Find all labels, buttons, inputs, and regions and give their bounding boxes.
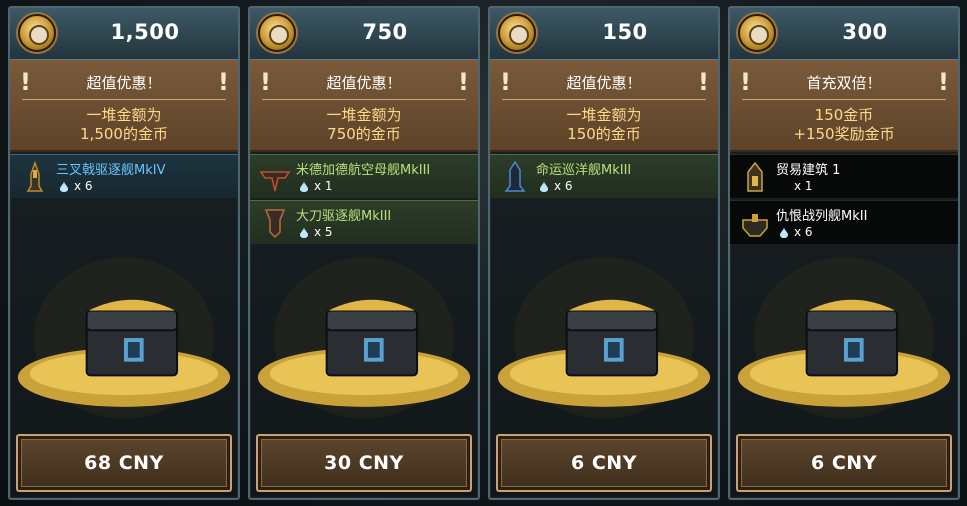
buy-button[interactable]: 68 CNY xyxy=(16,434,232,492)
deal-description-line: +150奖励金币 xyxy=(793,125,895,143)
ship-icon xyxy=(264,209,286,239)
deal-description: 一堆金额为 1,500的金币 xyxy=(18,106,230,144)
card-header: 300 xyxy=(730,8,958,60)
divider xyxy=(262,99,466,100)
deal-description: 150金币 +150奖励金币 xyxy=(738,106,950,144)
exclamation-icon: ! xyxy=(938,68,949,96)
exclamation-icon: ! xyxy=(740,68,751,96)
exclamation-icon: ! xyxy=(20,68,31,96)
bonus-item: 大刀驱逐舰MkIII x 5 xyxy=(250,200,478,244)
gold-medal-icon xyxy=(258,14,296,52)
exclamation-icon: ! xyxy=(458,68,469,96)
deal-banner: ! ! 超值优惠！ 一堆金额为 750的金币 xyxy=(250,60,478,152)
bonus-name: 三叉戟驱逐舰MkIV xyxy=(56,163,166,178)
bonus-item: 命运巡洋舰MkIII x 6 xyxy=(490,154,718,198)
buy-button[interactable]: 6 CNY xyxy=(736,434,952,492)
deal-banner: ! ! 首充双倍！ 150金币 +150奖励金币 xyxy=(730,60,958,152)
deal-description: 一堆金额为 750的金币 xyxy=(258,106,470,144)
divider xyxy=(502,99,706,100)
bonus-item: 仇恨战列舰MkII x 6 xyxy=(730,200,958,244)
price-label: 6 CNY xyxy=(571,452,637,474)
exclamation-icon: ! xyxy=(500,68,511,96)
divider xyxy=(742,99,946,100)
building-icon xyxy=(747,161,763,192)
exclamation-icon: ! xyxy=(260,68,271,96)
store-screen: 1,500 ! ! 超值优惠！ 一堆金额为 1,500的金币 三叉戟驱逐舰MkI… xyxy=(0,0,967,506)
bonus-item: 三叉戟驱逐舰MkIV x 6 xyxy=(10,154,238,198)
gold-amount: 300 xyxy=(842,20,888,44)
bonus-name: 仇恨战列舰MkII xyxy=(776,209,868,224)
price-label: 68 CNY xyxy=(84,452,164,474)
gold-medal-icon xyxy=(18,14,56,52)
gold-amount: 1,500 xyxy=(110,20,180,44)
deal-title: 首充双倍！ xyxy=(806,74,882,92)
bonus-quantity: x 6 xyxy=(74,179,93,193)
bonus-item: 米德加德航空母舰MkIII x 1 xyxy=(250,154,478,198)
offer-card-3[interactable]: 300 ! ! 首充双倍！ 150金币 +150奖励金币 贸易建筑 1 x 1 xyxy=(728,6,960,500)
gold-amount: 750 xyxy=(362,20,408,44)
deal-banner: ! ! 超值优惠！ 一堆金额为 150的金币 xyxy=(490,60,718,152)
bonus-item: 贸易建筑 1 x 1 xyxy=(730,154,958,198)
gold-chest-icon xyxy=(497,258,711,419)
exclamation-icon: ! xyxy=(218,68,229,96)
deal-description-line: 750的金币 xyxy=(327,125,401,143)
ship-icon xyxy=(504,160,526,192)
gold-chest-icon xyxy=(257,258,471,419)
water-drop-icon xyxy=(60,181,68,192)
deal-description: 一堆金额为 150的金币 xyxy=(498,106,710,144)
ship-icon xyxy=(259,171,291,192)
water-drop-icon xyxy=(540,181,548,192)
deal-description-line: 一堆金额为 xyxy=(86,106,162,124)
ship-icon xyxy=(742,214,768,237)
deal-description-line: 150的金币 xyxy=(567,125,641,143)
bonus-quantity: x 5 xyxy=(314,225,333,239)
gold-medal-icon xyxy=(738,14,776,52)
gold-chest-icon xyxy=(737,258,951,419)
divider xyxy=(22,99,226,100)
deal-description-line: 一堆金额为 xyxy=(326,106,402,124)
buy-button[interactable]: 30 CNY xyxy=(256,434,472,492)
gold-amount: 150 xyxy=(602,20,648,44)
card-header: 750 xyxy=(250,8,478,60)
bonus-name: 大刀驱逐舰MkIII xyxy=(296,209,392,224)
water-drop-icon xyxy=(300,181,308,192)
gold-chest-icon xyxy=(17,258,231,419)
ship-icon xyxy=(26,160,44,192)
offer-card-0[interactable]: 1,500 ! ! 超值优惠！ 一堆金额为 1,500的金币 三叉戟驱逐舰MkI… xyxy=(8,6,240,500)
card-header: 150 xyxy=(490,8,718,60)
buy-button[interactable]: 6 CNY xyxy=(496,434,712,492)
water-drop-icon xyxy=(300,227,308,238)
gold-medal-icon xyxy=(498,14,536,52)
deal-description-line: 1,500的金币 xyxy=(80,125,168,143)
bonus-name: 米德加德航空母舰MkIII xyxy=(296,163,431,178)
deal-title: 超值优惠！ xyxy=(86,74,162,92)
bonus-quantity: x 6 xyxy=(794,225,813,239)
offer-card-1[interactable]: 750 ! ! 超值优惠！ 一堆金额为 750的金币 米德加德航空母舰MkIII… xyxy=(248,6,480,500)
deal-title: 超值优惠！ xyxy=(566,74,642,92)
bonus-quantity: x 1 xyxy=(314,179,333,193)
exclamation-icon: ! xyxy=(698,68,709,96)
price-label: 30 CNY xyxy=(324,452,404,474)
deal-description-line: 一堆金额为 xyxy=(566,106,642,124)
bonus-name: 贸易建筑 1 xyxy=(776,163,841,178)
card-header: 1,500 xyxy=(10,8,238,60)
bonus-name: 命运巡洋舰MkIII xyxy=(536,163,632,178)
deal-banner: ! ! 超值优惠！ 一堆金额为 1,500的金币 xyxy=(10,60,238,152)
offer-card-2[interactable]: 150 ! ! 超值优惠！ 一堆金额为 150的金币 命运巡洋舰MkIII x … xyxy=(488,6,720,500)
deal-description-line: 150金币 xyxy=(814,106,874,124)
water-drop-icon xyxy=(780,227,788,238)
bonus-quantity: x 6 xyxy=(554,179,573,193)
price-label: 6 CNY xyxy=(811,452,877,474)
bonus-quantity: x 1 xyxy=(794,179,813,193)
deal-title: 超值优惠！ xyxy=(326,74,402,92)
